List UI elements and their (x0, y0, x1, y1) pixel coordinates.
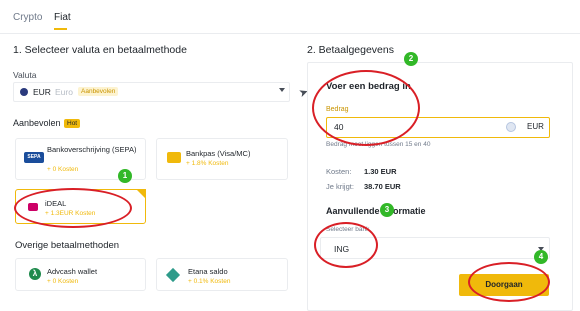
method-title: Advcash wallet (47, 267, 98, 276)
selected-corner-flag (136, 189, 146, 199)
currency-name: Euro (55, 87, 73, 97)
method-fee: + 0.1% Kosten (188, 278, 231, 285)
tab-fiat[interactable]: Fiat (54, 12, 71, 23)
currency-code: EUR (33, 87, 51, 97)
annotation-ring (468, 262, 550, 302)
euro-coin-icon (20, 88, 28, 96)
section-title-payment: 2. Betaalgegevens (307, 44, 394, 56)
tabs-divider (0, 33, 580, 34)
annotation-ring (312, 70, 420, 146)
method-title: Bankoverschrijving (SEPA) (47, 145, 137, 154)
other-methods-label: Overige betaalmethoden (15, 240, 120, 251)
fee-label: Kosten: (326, 167, 352, 176)
method-fee: + 0 Kosten (47, 278, 79, 285)
method-fee: + 1.8% Kosten (186, 160, 229, 167)
annotation-ring (314, 222, 378, 268)
currency-label: Valuta (13, 70, 37, 80)
annotation-number: 2 (404, 52, 418, 66)
section-title-currency: 1. Selecteer valuta en betaalmethode (13, 44, 187, 56)
euro-coin-icon (506, 122, 516, 132)
receive-value: 38.70 EUR (364, 182, 401, 191)
card-icon (167, 152, 181, 163)
annotation-number: 3 (380, 203, 394, 217)
hot-badge: Hot (64, 119, 81, 128)
amount-currency: EUR (527, 122, 544, 131)
annotation-number: 4 (534, 250, 548, 264)
chevron-down-icon[interactable] (279, 88, 285, 92)
extra-info-heading: Aanvullende informatie (326, 206, 426, 216)
annotation-number: 1 (118, 169, 132, 183)
method-title: Etana saldo (188, 267, 228, 276)
sepa-icon: SEPA (24, 152, 44, 163)
receive-label: Je krijgt: (326, 182, 354, 191)
method-fee: + 0 Kosten (47, 166, 79, 173)
recommended-label: Aanbevolen (13, 118, 61, 128)
annotation-ring (14, 188, 132, 228)
advcash-icon: λ (29, 268, 41, 280)
fee-value: 1.30 EUR (364, 167, 397, 176)
active-tab-indicator (54, 28, 67, 30)
tab-crypto[interactable]: Crypto (13, 12, 42, 23)
method-title: Bankpas (Visa/MC) (186, 149, 251, 158)
recommended-currency-badge: Aanbevolen (78, 87, 119, 96)
